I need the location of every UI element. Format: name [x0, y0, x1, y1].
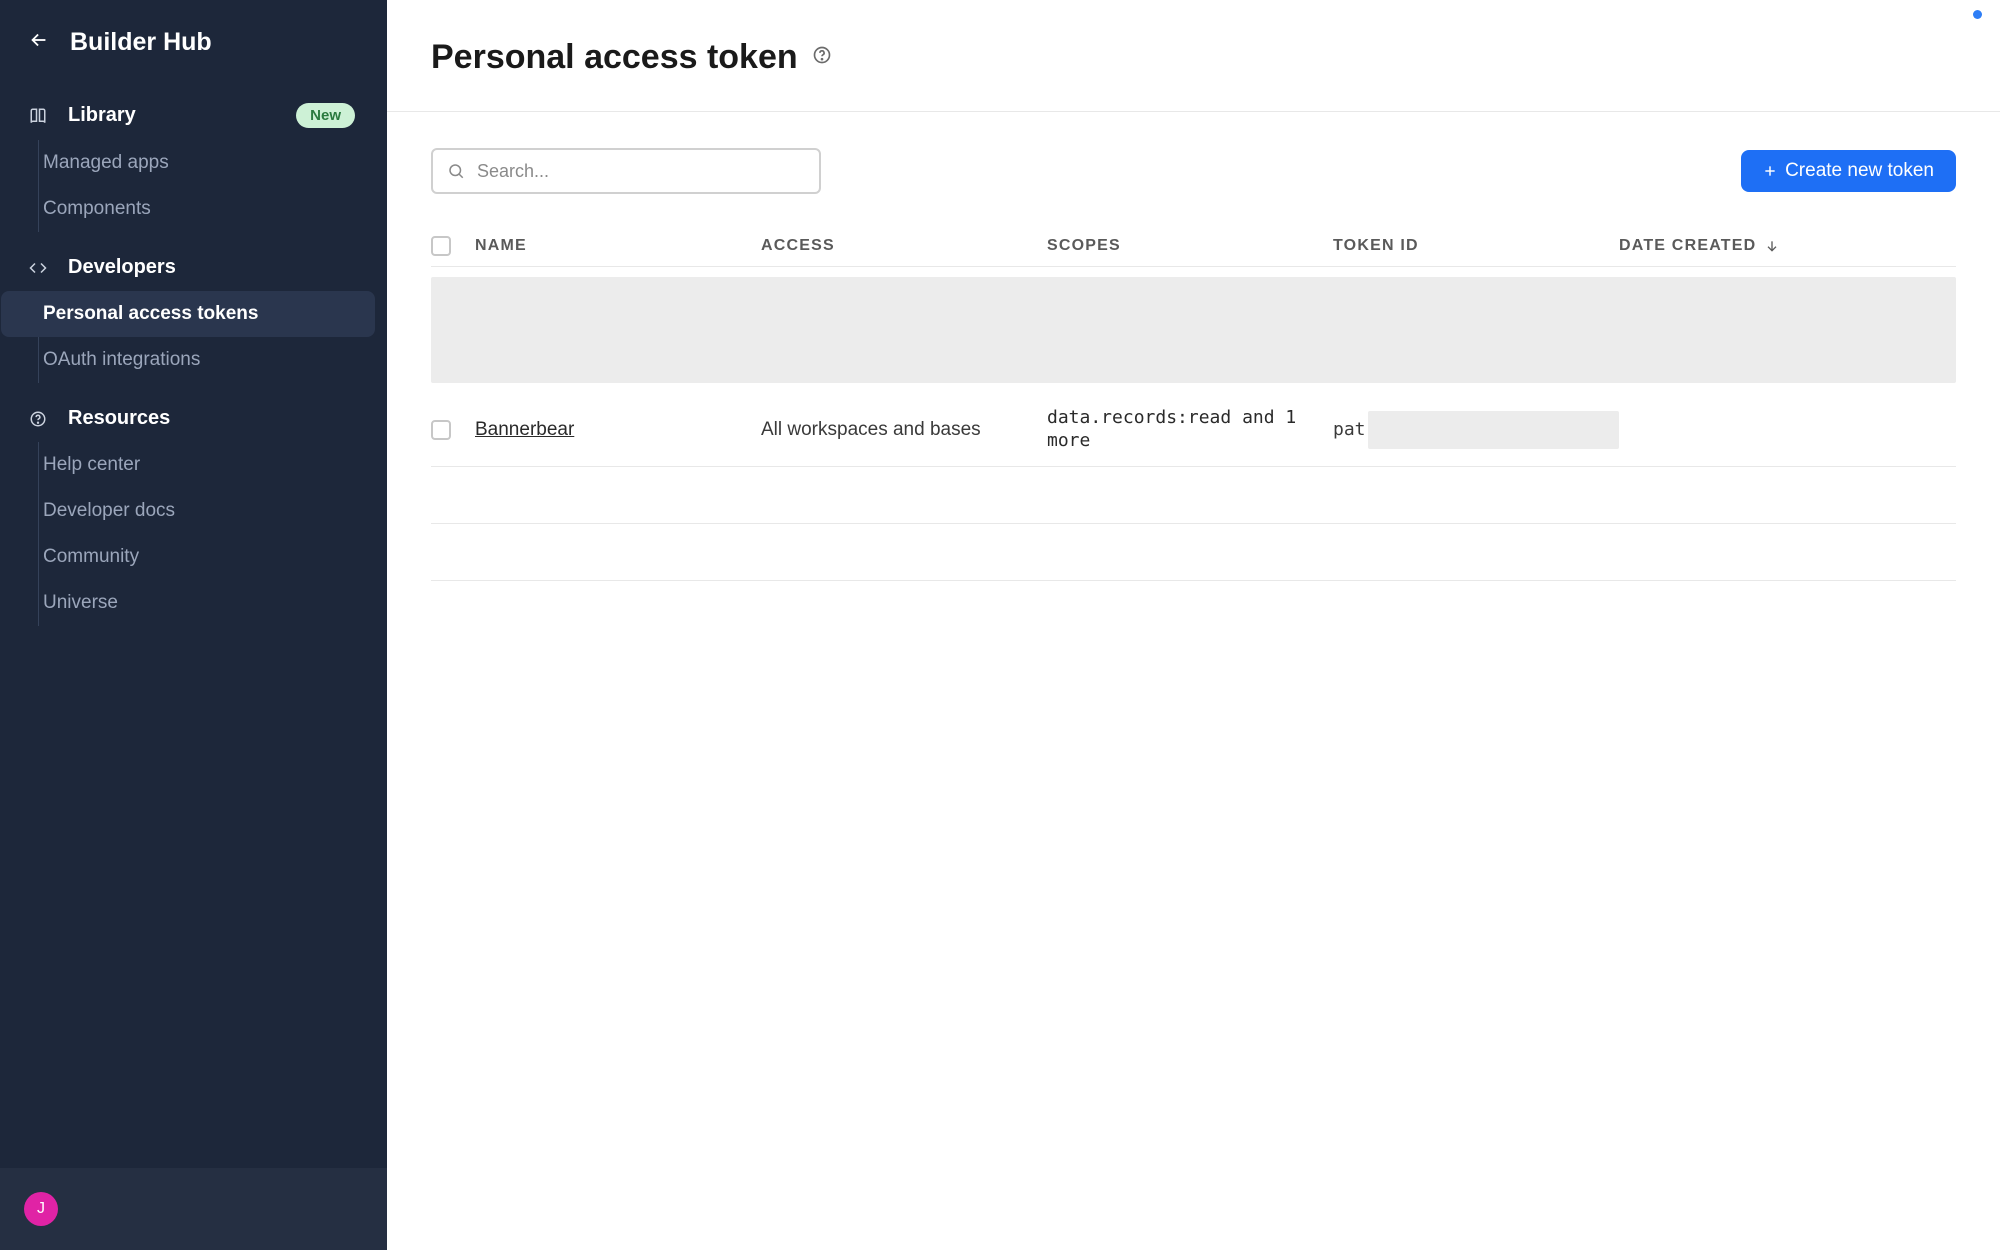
plus-icon [1763, 164, 1777, 178]
app-name: Builder Hub [70, 28, 212, 57]
token-id-prefix: pat [1333, 419, 1366, 440]
sidebar-item-help-center[interactable]: Help center [1, 442, 375, 488]
sidebar-item-oauth-integrations[interactable]: OAuth integrations [1, 337, 375, 383]
th-date-created-label: DATE CREATED [1619, 237, 1756, 255]
nav-section-label: Library [68, 104, 276, 127]
nav-section-library: Library New Managed apps Components [0, 91, 387, 232]
sidebar-item-managed-apps[interactable]: Managed apps [1, 140, 375, 186]
token-name-link[interactable]: Bannerbear [475, 419, 574, 440]
nav-section-label: Developers [68, 256, 359, 279]
table-header: NAME ACCESS SCOPES TOKEN ID DATE CREATED [431, 226, 1956, 267]
book-icon [28, 107, 48, 125]
create-button-label: Create new token [1785, 160, 1934, 182]
table-body: Bannerbear All workspaces and bases data… [431, 393, 1956, 467]
help-circle-icon[interactable] [812, 45, 832, 70]
divider [431, 523, 1956, 524]
nav-items: Managed apps Components [38, 140, 387, 232]
nav-section-resources: Resources Help center Developer docs Com… [0, 395, 387, 626]
code-icon [28, 259, 48, 277]
sidebar-item-developer-docs[interactable]: Developer docs [1, 488, 375, 534]
search-icon [447, 162, 465, 180]
nav-section-developers: Developers Personal access tokens OAuth … [0, 244, 387, 383]
sidebar-item-personal-access-tokens[interactable]: Personal access tokens [1, 291, 375, 337]
nav-section-header-resources[interactable]: Resources [0, 395, 387, 442]
create-new-token-button[interactable]: Create new token [1741, 150, 1956, 192]
page-title: Personal access token [431, 38, 798, 77]
token-id-hidden [1368, 411, 1619, 449]
divider [431, 580, 1956, 581]
placeholder-row [431, 277, 1956, 383]
sidebar: Builder Hub Library New Managed apps Com… [0, 0, 387, 1250]
nav-section-label: Resources [68, 407, 359, 430]
sidebar-item-community[interactable]: Community [1, 534, 375, 580]
help-circle-icon [28, 410, 48, 428]
table-row: Bannerbear All workspaces and bases data… [431, 393, 1956, 467]
toolbar: Create new token [387, 112, 2000, 206]
nav-section-header-developers[interactable]: Developers [0, 244, 387, 291]
row-checkbox[interactable] [431, 420, 451, 440]
select-all-checkbox[interactable] [431, 236, 451, 256]
th-token-id[interactable]: TOKEN ID [1333, 237, 1619, 255]
main-content: Personal access token Create new token N… [387, 0, 2000, 1250]
th-name[interactable]: NAME [475, 237, 761, 255]
avatar[interactable]: J [24, 1192, 58, 1226]
arrow-down-icon [1764, 238, 1780, 254]
td-name: Bannerbear [475, 419, 761, 441]
nav-section-header-library[interactable]: Library New [0, 91, 387, 140]
token-table: NAME ACCESS SCOPES TOKEN ID DATE CREATED… [431, 226, 1956, 581]
search-wrap [431, 148, 821, 194]
table-area: NAME ACCESS SCOPES TOKEN ID DATE CREATED… [387, 206, 2000, 581]
sidebar-item-components[interactable]: Components [1, 186, 375, 232]
td-scopes: data.records:read and 1 more [1047, 407, 1333, 452]
td-token-id: pat [1333, 411, 1619, 449]
new-badge: New [296, 103, 355, 128]
sidebar-footer: J [0, 1168, 387, 1250]
th-access[interactable]: ACCESS [761, 237, 1047, 255]
back-arrow-icon[interactable] [28, 29, 50, 56]
th-date-created[interactable]: DATE CREATED [1619, 237, 1956, 255]
td-access: All workspaces and bases [761, 419, 1047, 441]
th-scopes[interactable]: SCOPES [1047, 237, 1333, 255]
nav-items: Help center Developer docs Community Uni… [38, 442, 387, 626]
nav-items: Personal access tokens OAuth integration… [38, 291, 387, 383]
search-input[interactable] [431, 148, 821, 194]
page-header: Personal access token [387, 0, 2000, 112]
sidebar-header: Builder Hub [0, 0, 387, 79]
notification-dot-icon[interactable] [1973, 10, 1982, 19]
sidebar-item-universe[interactable]: Universe [1, 580, 375, 626]
